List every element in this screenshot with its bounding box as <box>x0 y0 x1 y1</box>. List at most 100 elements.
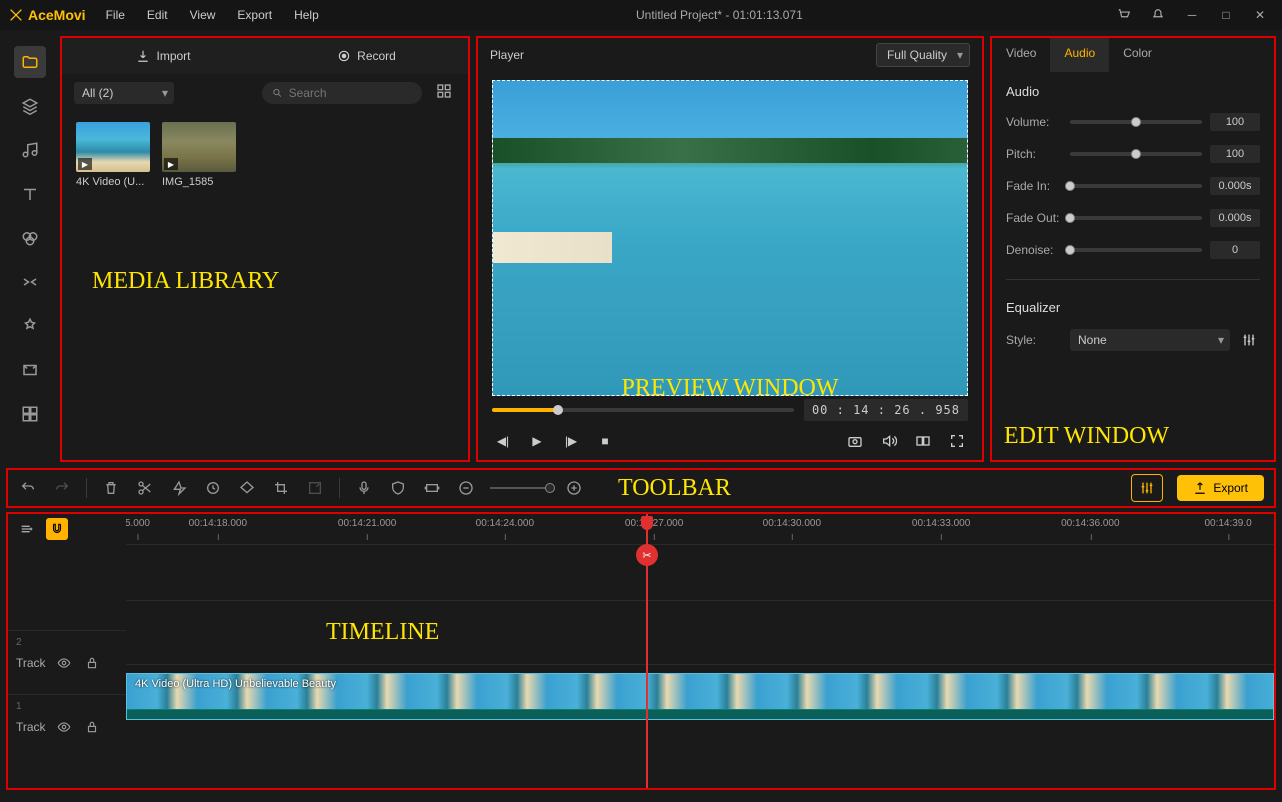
timeline-ruler[interactable]: 5.000 00:14:18.000 00:14:21.000 00:14:24… <box>126 514 1274 544</box>
redo-button[interactable] <box>52 478 72 498</box>
fullscreen-icon[interactable] <box>946 430 968 452</box>
preview-frame[interactable] <box>492 80 968 396</box>
timeline-settings-button[interactable] <box>1131 474 1163 502</box>
playhead-split-icon[interactable]: ✂ <box>636 544 658 566</box>
fadein-slider[interactable] <box>1070 184 1202 188</box>
annotation-edit: EDIT WINDOW <box>1004 423 1169 450</box>
video-clip[interactable]: 4K Video (Ultra HD) Unbelievable Beauty <box>126 673 1274 720</box>
maximize-icon[interactable]: □ <box>1212 3 1240 27</box>
media-filter-select[interactable]: All (2) <box>74 82 174 104</box>
fadeout-slider[interactable] <box>1070 216 1202 220</box>
close-icon[interactable]: ✕ <box>1246 3 1274 27</box>
fadeout-value[interactable]: 0.000s <box>1210 209 1260 227</box>
track-row-empty[interactable] <box>126 544 1274 600</box>
track-row-2[interactable]: TIMELINE <box>126 600 1274 664</box>
undo-button[interactable] <box>18 478 38 498</box>
rotate-button[interactable] <box>203 478 223 498</box>
volume-label: Volume: <box>1006 115 1062 129</box>
edit-button[interactable] <box>305 478 325 498</box>
rail-filters-icon[interactable] <box>14 222 46 254</box>
tab-video[interactable]: Video <box>992 38 1050 72</box>
quality-select[interactable]: Full Quality <box>876 43 970 67</box>
rail-aspect-icon[interactable] <box>14 354 46 386</box>
menu-file[interactable]: File <box>96 4 135 26</box>
rail-stickers-icon[interactable] <box>14 310 46 342</box>
scrub-thumb[interactable] <box>553 405 563 415</box>
bell-icon[interactable] <box>1144 3 1172 27</box>
magnet-button[interactable] <box>46 518 68 540</box>
record-tab[interactable]: Record <box>265 38 468 74</box>
lock-icon[interactable] <box>82 653 102 673</box>
stop-button[interactable]: ■ <box>594 430 616 452</box>
zoom-in-button[interactable] <box>564 478 584 498</box>
ruler-tick: 5.000 <box>126 518 150 529</box>
import-icon <box>136 49 150 63</box>
playhead[interactable]: ✂ <box>646 514 648 788</box>
minimize-icon[interactable]: ─ <box>1178 3 1206 27</box>
volume-icon[interactable] <box>878 430 900 452</box>
add-track-button[interactable] <box>16 518 38 540</box>
volume-slider[interactable] <box>1070 120 1202 124</box>
rail-text-icon[interactable] <box>14 178 46 210</box>
media-item[interactable]: ▶ IMG_1585 <box>162 122 236 188</box>
tab-color[interactable]: Color <box>1109 38 1166 72</box>
divider <box>339 478 340 498</box>
lock-icon[interactable] <box>82 717 102 737</box>
main-menu: File Edit View Export Help <box>96 4 329 26</box>
menu-help[interactable]: Help <box>284 4 329 26</box>
crop-button[interactable] <box>271 478 291 498</box>
shield-button[interactable] <box>388 478 408 498</box>
timeline-tracks-area[interactable]: 5.000 00:14:18.000 00:14:21.000 00:14:24… <box>126 514 1274 788</box>
fadein-value[interactable]: 0.000s <box>1210 177 1260 195</box>
rail-transitions-icon[interactable] <box>14 266 46 298</box>
grid-view-icon[interactable] <box>436 83 456 103</box>
mic-button[interactable] <box>354 478 374 498</box>
prev-frame-button[interactable]: ◀| <box>492 430 514 452</box>
track-header-1: 1 Track <box>8 694 126 758</box>
fit-button[interactable] <box>422 478 442 498</box>
denoise-slider[interactable] <box>1070 248 1202 252</box>
pitch-value[interactable]: 100 <box>1210 145 1260 163</box>
annotation-timeline: TIMELINE <box>326 619 439 646</box>
visibility-icon[interactable] <box>54 653 74 673</box>
cart-icon[interactable] <box>1110 3 1138 27</box>
project-title: Untitled Project* - 01:01:13.071 <box>329 8 1110 22</box>
play-button[interactable]: ▶ <box>526 430 548 452</box>
snapshot-icon[interactable] <box>844 430 866 452</box>
compare-icon[interactable] <box>912 430 934 452</box>
denoise-value[interactable]: 0 <box>1210 241 1260 259</box>
ruler-tick: 00:14:30.000 <box>763 518 821 529</box>
tab-audio[interactable]: Audio <box>1050 38 1109 72</box>
next-frame-button[interactable]: |▶ <box>560 430 582 452</box>
audio-section-title: Audio <box>1006 84 1260 99</box>
search-box[interactable] <box>262 82 422 104</box>
search-input[interactable] <box>289 86 412 100</box>
volume-value[interactable]: 100 <box>1210 113 1260 131</box>
rail-music-icon[interactable] <box>14 134 46 166</box>
rail-split-icon[interactable] <box>14 398 46 430</box>
scrub-track[interactable] <box>492 408 794 412</box>
rail-media-icon[interactable] <box>14 46 46 78</box>
split-button[interactable] <box>135 478 155 498</box>
visibility-icon[interactable] <box>54 717 74 737</box>
pitch-slider[interactable] <box>1070 152 1202 156</box>
media-item[interactable]: ▶ 4K Video (U... <box>76 122 150 188</box>
delete-button[interactable] <box>101 478 121 498</box>
ruler-tick: 00:14:21.000 <box>338 518 396 529</box>
search-icon <box>272 87 283 99</box>
eq-style-select[interactable]: None <box>1070 329 1230 351</box>
menu-export[interactable]: Export <box>227 4 282 26</box>
rail-layers-icon[interactable] <box>14 90 46 122</box>
import-tab[interactable]: Import <box>62 38 265 74</box>
timecode-display: 00 : 14 : 26 . 958 <box>804 399 968 421</box>
eq-settings-icon[interactable] <box>1238 329 1260 351</box>
menu-edit[interactable]: Edit <box>137 4 178 26</box>
playhead-handle[interactable] <box>641 516 653 530</box>
tag-button[interactable] <box>237 478 257 498</box>
menu-view[interactable]: View <box>180 4 226 26</box>
speed-button[interactable] <box>169 478 189 498</box>
zoom-out-button[interactable] <box>456 478 476 498</box>
export-button[interactable]: Export <box>1177 475 1264 501</box>
zoom-slider[interactable] <box>490 487 550 489</box>
track-row-1[interactable]: 4K Video (Ultra HD) Unbelievable Beauty <box>126 664 1274 728</box>
